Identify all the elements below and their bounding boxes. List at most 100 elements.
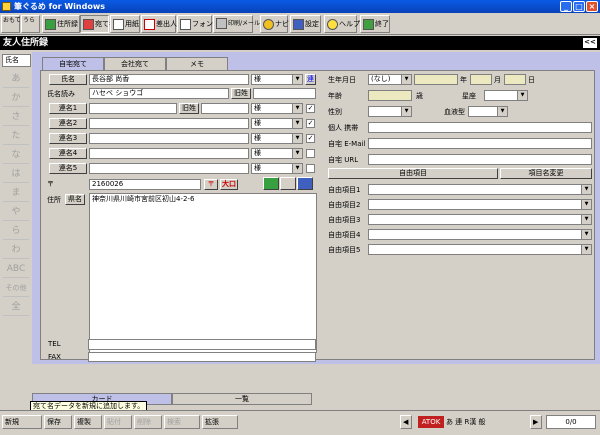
joint-flag-button[interactable]: 連 [305,74,316,85]
table-icon[interactable] [280,177,296,190]
help-button[interactable]: ヘルプ [324,15,360,33]
back-button[interactable]: うら [21,15,40,33]
joint-1-check[interactable]: ✓ [306,104,315,113]
free-item-3-select[interactable] [368,214,592,225]
joint-5-check[interactable] [306,164,315,173]
prefecture-button[interactable]: 県名 [65,194,85,205]
old-name-input[interactable] [253,88,316,99]
front-button[interactable]: おもて [1,15,21,33]
day-input[interactable] [504,74,526,85]
index-field-select[interactable]: 氏名 [2,54,31,67]
kana-all[interactable]: 全 [3,298,29,316]
era-select[interactable]: (なし) [368,74,412,85]
tab-memo[interactable]: メモ [166,57,228,70]
tab-list[interactable]: 一覧 [172,393,312,405]
next-page-button[interactable]: ▶ [530,415,542,429]
free-item-1-select[interactable] [368,184,592,195]
blood-select[interactable] [468,106,508,117]
tel-input[interactable] [88,339,316,350]
joint-2-check[interactable]: ✓ [306,119,315,128]
kana-ta[interactable]: た [3,127,29,145]
postal-large-button[interactable]: 大口 [220,179,238,190]
collapse-button[interactable]: << [583,38,597,48]
minimize-button[interactable]: _ [560,1,572,12]
fax-input[interactable] [88,352,316,362]
kana-sa[interactable]: さ [3,108,29,126]
mobile-input[interactable] [368,122,592,133]
joint-name-1-input[interactable] [89,103,177,114]
delete-button[interactable]: 削除 [134,415,162,429]
new-button[interactable]: 新規 [2,415,42,429]
zodiac-select[interactable] [484,90,528,101]
joint-name-2-input[interactable] [89,118,249,129]
postal-input[interactable]: 2160026 [89,179,201,190]
addressee-button[interactable]: 宛て名 [80,15,116,33]
joint-3-check[interactable]: ✓ [306,134,315,143]
font-button[interactable]: フォント [177,15,220,33]
gender-select[interactable] [368,106,412,117]
kana-ma[interactable]: ま [3,184,29,202]
postal-search-button[interactable]: 〒 [204,179,218,190]
map-icon[interactable] [263,177,279,190]
kana-ha[interactable]: は [3,165,29,183]
joint-name-5-input[interactable] [89,163,249,174]
sender-button[interactable]: 差出人 [141,15,177,33]
paper-button[interactable]: 用紙 [110,15,140,33]
month-input[interactable] [470,74,492,85]
print-mail-button[interactable]: 印刷/メール [213,15,260,33]
age-input[interactable] [368,90,412,101]
kana-abc[interactable]: ABC [3,260,29,278]
kana-ya[interactable]: や [3,203,29,221]
kana-ka[interactable]: か [3,89,29,107]
tab-home[interactable]: 自宅宛て [42,57,104,70]
email-input[interactable] [368,138,592,149]
joint-4-check[interactable] [306,149,315,158]
joint-2-honorific[interactable]: 様 [251,118,303,129]
navi-button[interactable]: ナビ [260,15,289,33]
prev-page-button[interactable]: ◀ [400,415,412,429]
honorific-select[interactable]: 様 [251,74,303,85]
kana-other[interactable]: その他 [3,279,29,297]
joint-old-name-button[interactable]: 旧姓 [179,103,199,114]
close-button[interactable]: × [586,1,598,12]
address-book-button[interactable]: 住所録 [42,15,80,33]
free-item-5-select[interactable] [368,244,592,255]
font-icon [180,18,191,30]
joint-old-name-input[interactable] [201,103,249,114]
joint-name-5-button[interactable]: 連名5 [49,163,87,174]
joint-1-honorific[interactable]: 様 [251,103,303,114]
paste-button[interactable]: 貼付 [104,415,132,429]
address-input[interactable]: 神奈川県川崎市宮前区初山4-2-6 [89,193,317,353]
maximize-button[interactable]: □ [573,1,585,12]
joint-name-1-button[interactable]: 連名1 [49,103,87,114]
free-item-2-select[interactable] [368,199,592,210]
joint-name-2-button[interactable]: 連名2 [49,118,87,129]
joint-name-3-input[interactable] [89,133,249,144]
kana-wa[interactable]: わ [3,241,29,259]
rename-items-button[interactable]: 項目名変更 [500,168,592,179]
zoom-button[interactable]: 拡張 [202,415,238,429]
duplicate-button[interactable]: 複製 [74,415,102,429]
joint-4-honorific[interactable]: 様 [251,148,303,159]
kana-a[interactable]: あ [3,70,29,88]
kana-na[interactable]: な [3,146,29,164]
joint-3-honorific[interactable]: 様 [251,133,303,144]
kana-ra[interactable]: ら [3,222,29,240]
year-input[interactable] [414,74,458,85]
reading-input[interactable]: ハセベ ショウゴ [89,88,229,99]
joint-name-4-input[interactable] [89,148,249,159]
tab-company[interactable]: 会社宛て [104,57,166,70]
name-button[interactable]: 氏名 [49,74,87,85]
free-item-4-select[interactable] [368,229,592,240]
search-button[interactable]: 検索 [164,415,200,429]
exit-button[interactable]: 終了 [360,15,390,33]
pen-icon[interactable] [297,177,313,190]
joint-5-honorific[interactable]: 様 [251,163,303,174]
url-input[interactable] [368,154,592,165]
save-button[interactable]: 保存 [44,415,72,429]
joint-name-3-button[interactable]: 連名3 [49,133,87,144]
settings-button[interactable]: 設定 [290,15,321,33]
old-name-button[interactable]: 旧姓 [231,88,251,99]
joint-name-4-button[interactable]: 連名4 [49,148,87,159]
name-input[interactable]: 長谷部 尚香 [89,74,249,85]
